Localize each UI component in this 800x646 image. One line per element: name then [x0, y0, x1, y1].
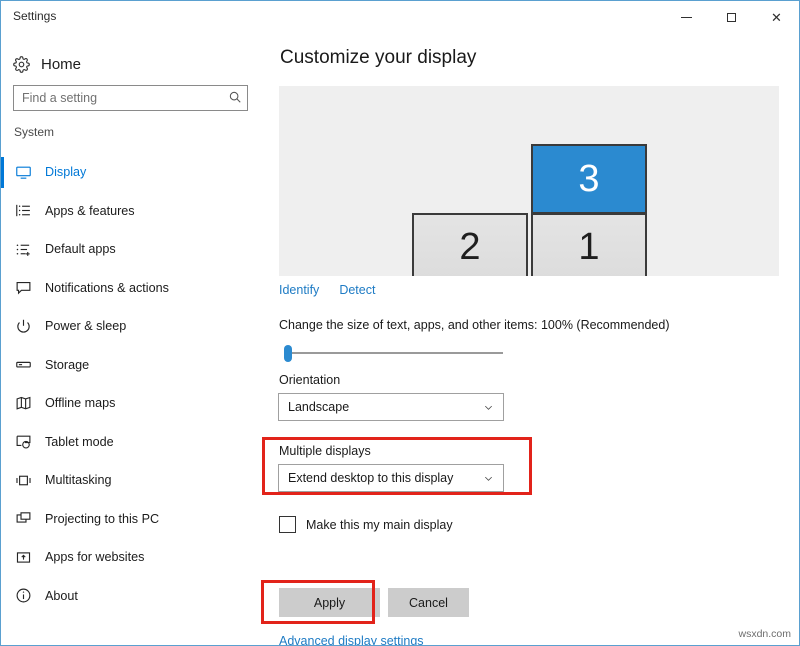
detect-link[interactable]: Detect	[339, 283, 375, 297]
title-bar: Settings ✕	[1, 1, 799, 33]
sidebar-label: Display	[45, 165, 86, 179]
multiple-displays-dropdown[interactable]: Extend desktop to this display	[278, 464, 504, 492]
sidebar-label: About	[45, 589, 78, 603]
advanced-display-settings-link[interactable]: Advanced display settings	[279, 634, 424, 646]
monitor-3[interactable]: 3	[531, 144, 647, 214]
list-plus-icon	[1, 241, 45, 258]
main-content: Customize your display 3 2 1 Identify De…	[265, 33, 799, 645]
minimize-icon	[681, 17, 692, 18]
identify-link[interactable]: Identify	[279, 283, 319, 297]
minimize-button[interactable]	[664, 1, 709, 33]
sidebar-item-tablet-mode[interactable]: Tablet mode	[1, 423, 265, 462]
sidebar-label: Apps for websites	[45, 550, 144, 564]
list-icon	[1, 202, 45, 219]
orientation-dropdown[interactable]: Landscape	[278, 393, 504, 421]
gear-icon	[1, 56, 41, 73]
drive-icon	[1, 356, 45, 373]
power-icon	[1, 318, 45, 335]
cancel-button[interactable]: Cancel	[388, 588, 469, 617]
monitor-number: 3	[578, 158, 599, 201]
display-actions: Identify Detect	[279, 283, 375, 297]
multitask-icon	[1, 472, 45, 489]
sidebar-item-about[interactable]: About	[1, 577, 265, 616]
speech-bubble-icon	[1, 279, 45, 296]
monitor-1[interactable]: 1	[531, 213, 647, 276]
monitor-icon	[1, 164, 45, 181]
tablet-touch-icon	[1, 433, 45, 450]
sidebar-label: Notifications & actions	[45, 281, 169, 295]
search-input[interactable]	[13, 85, 248, 111]
slider-track	[285, 352, 503, 354]
chevron-down-icon	[483, 473, 503, 484]
sidebar-label: Storage	[45, 358, 89, 372]
close-icon: ✕	[771, 11, 782, 24]
sidebar-item-power-sleep[interactable]: Power & sleep	[1, 307, 265, 346]
sidebar-label: Offline maps	[45, 396, 115, 410]
main-display-checkbox[interactable]	[279, 516, 296, 533]
search-box	[13, 85, 248, 111]
sidebar-nav-list: Display Apps & features	[1, 153, 265, 615]
sidebar-label: Apps & features	[45, 204, 135, 218]
sidebar-label: Multitasking	[45, 473, 112, 487]
monitor-number: 1	[578, 226, 599, 269]
close-button[interactable]: ✕	[754, 1, 799, 33]
monitor-2[interactable]: 2	[412, 213, 528, 276]
sidebar-item-multitasking[interactable]: Multitasking	[1, 461, 265, 500]
window-title: Settings	[13, 9, 56, 23]
app-window-icon	[1, 549, 45, 566]
sidebar-label: Tablet mode	[45, 435, 114, 449]
sidebar-item-apps-for-websites[interactable]: Apps for websites	[1, 538, 265, 577]
sidebar-label: Default apps	[45, 242, 116, 256]
monitor-number: 2	[459, 226, 480, 269]
project-screen-icon	[1, 510, 45, 527]
multiple-displays-value: Extend desktop to this display	[279, 471, 483, 485]
sidebar-home-label: Home	[41, 56, 81, 73]
page-title: Customize your display	[280, 47, 476, 69]
multiple-displays-label: Multiple displays	[279, 444, 371, 458]
main-display-checkbox-row[interactable]: Make this my main display	[279, 516, 453, 533]
sidebar-item-display[interactable]: Display	[1, 153, 265, 192]
window-controls: ✕	[664, 1, 799, 33]
map-icon	[1, 395, 45, 412]
sidebar-label: Power & sleep	[45, 319, 126, 333]
sidebar-item-home[interactable]: Home	[1, 47, 265, 81]
info-icon	[1, 587, 45, 604]
chevron-down-icon	[483, 402, 503, 413]
scale-slider[interactable]	[277, 343, 505, 363]
sidebar-item-apps-features[interactable]: Apps & features	[1, 192, 265, 231]
main-display-checkbox-label: Make this my main display	[306, 518, 453, 532]
display-arrangement-canvas[interactable]: 3 2 1	[279, 86, 779, 276]
orientation-label: Orientation	[279, 373, 340, 387]
slider-thumb[interactable]	[284, 345, 292, 362]
maximize-icon	[727, 13, 736, 22]
sidebar-item-offline-maps[interactable]: Offline maps	[1, 384, 265, 423]
sidebar-item-default-apps[interactable]: Default apps	[1, 230, 265, 269]
sidebar-label: Projecting to this PC	[45, 512, 159, 526]
maximize-button[interactable]	[709, 1, 754, 33]
settings-window: Settings ✕ Home	[0, 0, 800, 646]
sidebar-section-label: System	[14, 125, 54, 139]
watermark: wsxdn.com	[738, 628, 791, 640]
scale-label: Change the size of text, apps, and other…	[279, 318, 670, 332]
sidebar-item-notifications-actions[interactable]: Notifications & actions	[1, 269, 265, 308]
sidebar: Home System Display	[1, 33, 265, 645]
apply-button[interactable]: Apply	[279, 588, 380, 617]
orientation-value: Landscape	[279, 400, 483, 414]
sidebar-item-storage[interactable]: Storage	[1, 346, 265, 385]
sidebar-item-projecting-to-this-pc[interactable]: Projecting to this PC	[1, 500, 265, 539]
